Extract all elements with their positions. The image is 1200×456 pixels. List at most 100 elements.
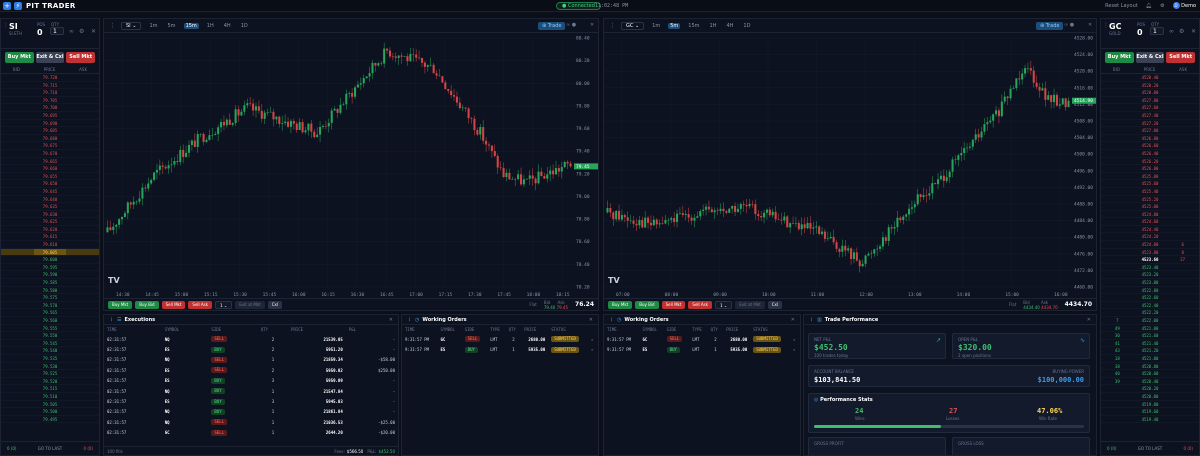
column-header[interactable]: QTY (506, 325, 522, 334)
buy-bid-button[interactable]: Buy Bid (635, 300, 659, 309)
ladder-ask[interactable] (1166, 97, 1199, 104)
ladder-bid[interactable] (1, 211, 34, 218)
ladder-row[interactable]: 79.615 (1, 233, 99, 242)
sell-market-button[interactable]: Sell Mkt (161, 300, 186, 309)
ladder-row[interactable]: 79.535 (1, 355, 99, 363)
table-row[interactable]: 9:31:57 PM ES BUY LMT 1 5935.00 SUBMITTED ✕ (604, 344, 800, 354)
ladder-ask[interactable] (66, 196, 99, 203)
ladder-bid[interactable]: 30 (1101, 332, 1134, 339)
ladder-row[interactable]: 4527.80 (1101, 97, 1199, 105)
ladder-ask[interactable] (1166, 211, 1199, 218)
buy-market-button[interactable]: Buy Mkt (608, 300, 633, 309)
ladder-row[interactable]: 79.580 (1, 287, 99, 295)
column-header[interactable]: STATUS (750, 325, 790, 334)
exit-market-button[interactable]: Exit at Mkt (235, 300, 265, 309)
ladder-ask[interactable]: 6 (1166, 241, 1199, 248)
ladder-ask[interactable] (66, 317, 99, 324)
ladder-row[interactable]: 4527.00 (1101, 127, 1199, 135)
ladder-bid[interactable] (1101, 104, 1134, 111)
ladder-ask[interactable] (1166, 317, 1199, 324)
ladder-row[interactable]: 79.570 (1, 302, 99, 310)
ladder-ask[interactable] (66, 241, 99, 248)
ladder-bid[interactable] (1, 226, 34, 233)
ladder-row[interactable]: 79.545 (1, 340, 99, 348)
ladder-bid[interactable] (1101, 211, 1134, 218)
qty-select[interactable]: 1 ⌄ (715, 300, 733, 309)
ladder-bid[interactable] (1101, 401, 1134, 408)
ladder-ask[interactable] (1166, 378, 1199, 385)
ladder-ask[interactable] (66, 302, 99, 309)
tab-1m[interactable]: 1m (650, 23, 662, 29)
ladder-ask[interactable] (66, 385, 99, 392)
candlestick-chart[interactable]: 80.40 80.20 80.00 79.80 79.60 79.40 79.20 79.00… (104, 34, 598, 299)
ladder-bid[interactable] (1, 249, 34, 256)
ladder-bid[interactable] (1, 89, 34, 96)
ladder-row[interactable]: 79.680 (1, 135, 99, 143)
drag-handle-icon[interactable]: ⋮ (407, 317, 412, 323)
ladder-bid[interactable] (1101, 256, 1134, 263)
ladder-row[interactable]: 79.715 (1, 82, 99, 90)
ladder-row[interactable]: 79.710 (1, 89, 99, 97)
ladder-row[interactable]: 4520.00 (1101, 393, 1199, 401)
tab-5m[interactable]: 5m (668, 22, 681, 29)
ladder-row[interactable]: 79.495 (1, 416, 99, 424)
qty-select[interactable]: 1 (1150, 27, 1164, 35)
ladder-row[interactable]: 43 4521.20 (1101, 347, 1199, 355)
column-header[interactable]: SIDE (664, 325, 690, 334)
ladder-row[interactable]: 4525.60 (1101, 180, 1199, 188)
ladder-bid[interactable] (1, 332, 34, 339)
ladder-ask[interactable] (66, 112, 99, 119)
ladder-ask[interactable] (1166, 385, 1199, 392)
ladder-bid[interactable] (1, 279, 34, 286)
ladder-bid[interactable] (1101, 112, 1134, 119)
ladder-ask[interactable] (66, 203, 99, 210)
ladder-row[interactable]: 79.675 (1, 142, 99, 150)
column-header[interactable]: SIDE (462, 325, 488, 334)
tab-1D[interactable]: 1D (239, 23, 250, 29)
qty-select[interactable]: 1 (50, 27, 64, 35)
ladder-row[interactable]: 79.610 (1, 241, 99, 249)
ladder-row[interactable]: 79.565 (1, 309, 99, 317)
ladder-bid[interactable]: 43 (1101, 347, 1134, 354)
close-icon[interactable]: ✕ (589, 317, 593, 323)
ladder-bid[interactable]: 41 (1101, 340, 1134, 347)
column-header[interactable]: QTY (258, 325, 288, 334)
gear-icon[interactable]: ⚙ (1160, 3, 1164, 9)
exit-cancel-button[interactable]: Exit & Cxl (1135, 52, 1165, 63)
link-icon[interactable]: ∞ (69, 28, 74, 35)
close-icon[interactable]: ✕ (1088, 22, 1092, 28)
tab-1H[interactable]: 1H (205, 23, 216, 29)
ladder-ask[interactable] (1166, 309, 1199, 316)
ladder-bid[interactable] (1, 188, 34, 195)
ladder-row[interactable]: 4527.40 (1101, 112, 1199, 120)
tab-1D[interactable]: 1D (741, 23, 752, 29)
ladder-bid[interactable] (1, 363, 34, 370)
tab-4H[interactable]: 4H (724, 23, 735, 29)
ladder-bid[interactable]: 38 (1101, 363, 1134, 370)
go-to-last-button[interactable]: GO TO LAST (1138, 446, 1162, 451)
ladder-ask[interactable] (66, 188, 99, 195)
ladder-ask[interactable] (66, 74, 99, 81)
ladder-row[interactable]: 79.505 (1, 401, 99, 409)
ladder-bid[interactable] (1101, 271, 1134, 278)
ladder-bid[interactable]: 40 (1101, 370, 1134, 377)
ladder-ask[interactable] (1166, 264, 1199, 271)
candlestick-chart[interactable]: 4528.004524.004520.004516.004512.004508.… (604, 34, 1096, 299)
ladder-bid[interactable]: 7 (1101, 317, 1134, 324)
ladder-bid[interactable] (1101, 142, 1134, 149)
ladder-bid[interactable] (1101, 393, 1134, 400)
ladder-bid[interactable] (1, 218, 34, 225)
ladder-row[interactable]: 4526.60 (1101, 142, 1199, 150)
ladder-ask[interactable] (1166, 82, 1199, 89)
close-icon[interactable]: ✕ (1087, 317, 1091, 323)
exit-cancel-button[interactable]: Exit & Cxl (35, 52, 65, 63)
ladder-row[interactable]: 18 4521.00 (1101, 355, 1199, 363)
column-header[interactable]: QTY (708, 325, 724, 334)
column-header[interactable]: PRICE (521, 325, 548, 334)
ladder-bid[interactable] (1, 82, 34, 89)
ladder-bid[interactable] (1, 393, 34, 400)
cancel-order-icon[interactable]: ✕ (588, 334, 598, 344)
ladder-bid[interactable] (1101, 203, 1134, 210)
ladder-ask[interactable] (1166, 393, 1199, 400)
ladder-row[interactable]: 79.500 (1, 408, 99, 416)
